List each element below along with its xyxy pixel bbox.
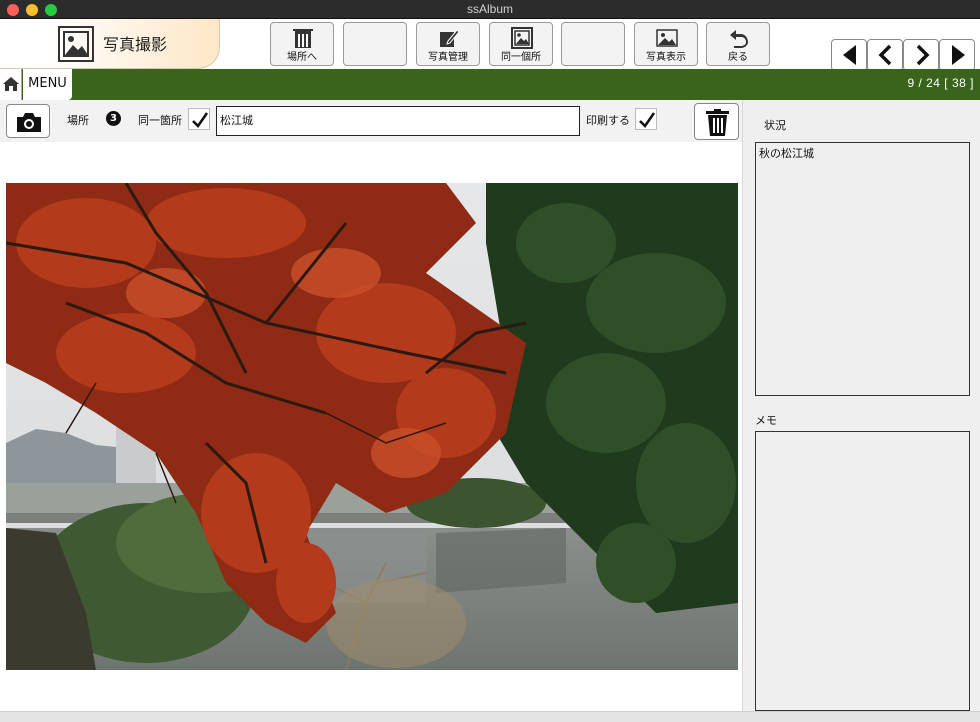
photo-controls: 場所 3 同一箇所 松江城 印刷する xyxy=(0,100,742,142)
app-window: ssAlbum 写真撮影 場所へ 写真管理 同一個所 写真表示 戻る MENU … xyxy=(0,0,980,722)
navigation-bar: MENU 9 / 24 [ 38 ] xyxy=(0,69,980,100)
camera-icon xyxy=(17,113,41,132)
toolbar: 写真撮影 場所へ 写真管理 同一個所 写真表示 戻る xyxy=(0,19,980,71)
next-photo-button[interactable] xyxy=(903,39,939,71)
page-counter: 9 / 24 [ 38 ] xyxy=(907,76,974,90)
blank-button-2[interactable] xyxy=(561,22,625,66)
status-field[interactable]: 秋の松江城 xyxy=(755,142,970,396)
first-photo-button[interactable] xyxy=(831,39,867,71)
last-photo-button[interactable] xyxy=(939,39,975,71)
photo-manage-label: 写真管理 xyxy=(428,52,468,63)
photo-manage-button[interactable]: 写真管理 xyxy=(416,22,480,66)
same-place-checkbox[interactable] xyxy=(188,108,210,130)
home-icon xyxy=(3,77,19,91)
edit-icon xyxy=(440,29,460,47)
go-to-place-button[interactable]: 場所へ xyxy=(270,22,334,66)
title-bar: ssAlbum xyxy=(0,0,980,19)
info-panel: 状況 秋の松江城 メモ xyxy=(742,100,980,711)
print-checkbox-label: 印刷する xyxy=(586,114,630,127)
place-label: 場所 xyxy=(67,114,89,127)
chevron-left-icon xyxy=(878,44,892,66)
main-photo[interactable] xyxy=(6,183,738,670)
same-place-checkbox-label: 同一箇所 xyxy=(138,114,182,127)
photo-icon xyxy=(58,26,94,62)
photo-view-label: 写真表示 xyxy=(646,52,686,63)
camera-button[interactable] xyxy=(6,104,50,138)
window-title: ssAlbum xyxy=(466,2,513,16)
back-label: 戻る xyxy=(728,52,748,63)
trash-icon xyxy=(706,109,729,136)
home-button[interactable] xyxy=(0,69,22,100)
photo-area xyxy=(0,142,742,711)
place-name-field[interactable]: 松江城 xyxy=(216,106,580,136)
section-title: 写真撮影 xyxy=(103,35,168,54)
blank-button-1[interactable] xyxy=(343,22,407,66)
delete-button[interactable] xyxy=(694,103,739,140)
memo-label: メモ xyxy=(755,414,777,427)
checkmark-icon xyxy=(639,112,656,128)
bottom-bar xyxy=(0,711,980,722)
image-icon xyxy=(656,29,678,47)
back-button[interactable]: 戻る xyxy=(706,22,770,66)
triangle-right-icon xyxy=(952,45,965,65)
undo-icon xyxy=(730,30,748,48)
chevron-right-icon xyxy=(916,44,930,66)
section-tab: 写真撮影 xyxy=(0,19,220,69)
prev-photo-button[interactable] xyxy=(867,39,903,71)
photo-stack-icon xyxy=(511,27,533,49)
place-number-badge: 3 xyxy=(106,111,121,126)
print-checkbox[interactable] xyxy=(635,108,657,130)
checkmark-icon xyxy=(192,112,209,128)
triangle-left-icon xyxy=(843,45,856,65)
building-icon xyxy=(293,29,313,48)
go-to-place-label: 場所へ xyxy=(287,52,317,63)
memo-field[interactable] xyxy=(755,431,970,711)
same-place-button[interactable]: 同一個所 xyxy=(489,22,553,66)
status-label: 状況 xyxy=(764,119,786,132)
photo-view-button[interactable]: 写真表示 xyxy=(634,22,698,66)
menu-button[interactable]: MENU xyxy=(23,69,72,100)
same-place-label: 同一個所 xyxy=(501,52,541,63)
